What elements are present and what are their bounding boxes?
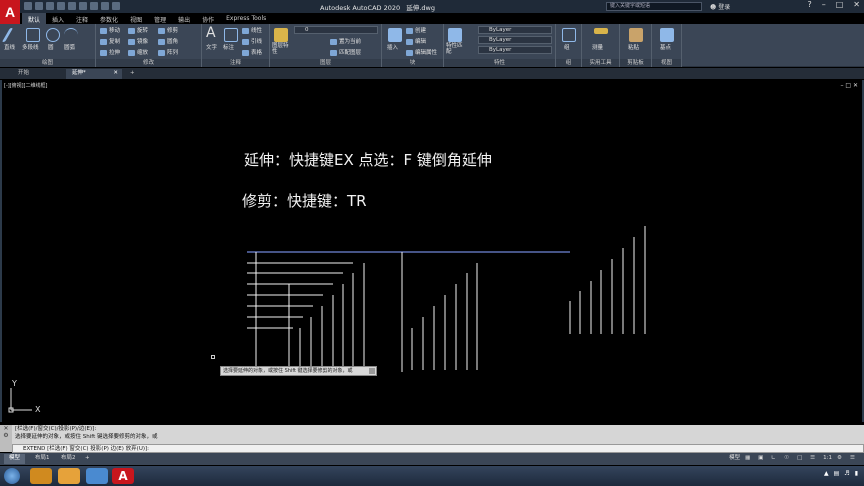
command-tooltip: 选择要延伸的对象，或按住 Shift 键选择要修剪的对象，或 [220, 366, 377, 376]
autocad-window: Autodesk AutoCAD 2020 延伸.dwg 键入关键字或短语 ☻ … [0, 0, 864, 486]
command-input[interactable]: EXTEND [栏选(F) 窗交(C) 投影(P) 边(E) 放弃(U)]: [12, 444, 864, 453]
volume-icon[interactable]: ♬ [844, 470, 849, 477]
status-bar: 模型 布局1 布局2 + 模型 ▦ ▣ ∟ ☉ □ ☰ 1:1 ⚙ ☰ [0, 453, 864, 465]
command-history-line: [栏选(F)/窗交(C)/投影(P)/边(E)]: [15, 426, 97, 432]
snap-icon[interactable]: ▣ [758, 455, 766, 462]
model-space-toggle[interactable]: 模型 [729, 455, 740, 462]
ucs-y-label: Y [12, 379, 17, 388]
taskbar-app-icon[interactable] [58, 468, 80, 484]
ucs-x-label: X [35, 405, 41, 414]
close-command-icon[interactable]: ✕ [0, 425, 12, 432]
network-icon[interactable]: ▤ [834, 470, 840, 477]
taskbar-explorer-icon[interactable] [30, 468, 52, 484]
tab-layout2[interactable]: 布局2 [56, 454, 81, 464]
show-desktop-button[interactable]: ▮ [855, 470, 858, 477]
geometry-group-3[interactable] [569, 226, 646, 334]
customize-icon[interactable]: ⚙ [0, 432, 12, 439]
customize-status-icon[interactable]: ☰ [850, 455, 858, 462]
start-button[interactable] [4, 468, 20, 484]
system-tray: ▲ ▤ ♬ ▮ [824, 470, 858, 477]
geometry-group-1[interactable] [247, 252, 365, 372]
command-prompt: EXTEND [栏选(F) 窗交(C) 投影(P) 边(E) 放弃(U)]: [23, 446, 149, 452]
command-history-line: 选择要延伸的对象，或按住 Shift 键选择要修剪的对象，或 [15, 434, 158, 440]
taskbar-autocad-letter: A [118, 469, 128, 483]
command-history: [栏选(F)/窗交(C)/投影(P)/边(E)]: 选择要延伸的对象，或按住 S… [0, 425, 864, 444]
tooltip-text: 选择要延伸的对象，或按住 Shift 键选择要修剪的对象，或 [223, 368, 353, 374]
geometry-group-2[interactable] [401, 252, 478, 372]
tooltip-close-icon[interactable] [369, 368, 375, 374]
ucs-icon [8, 388, 32, 413]
workspace-icon[interactable]: ⚙ [837, 455, 845, 462]
new-layout-button[interactable]: + [80, 454, 95, 464]
annotation-scale[interactable]: 1:1 [823, 455, 832, 462]
status-toggles: 模型 ▦ ▣ ∟ ☉ □ ☰ 1:1 ⚙ ☰ [729, 455, 858, 462]
tab-layout1[interactable]: 布局1 [30, 454, 55, 464]
grid-icon[interactable]: ▦ [745, 455, 753, 462]
taskbar-autocad-icon[interactable]: A [112, 468, 134, 484]
lineweight-icon[interactable]: ☰ [810, 455, 818, 462]
tab-model[interactable]: 模型 [4, 454, 26, 464]
ortho-icon[interactable]: ∟ [771, 455, 779, 462]
taskbar-browser-icon[interactable] [86, 468, 108, 484]
drawing-geometry[interactable] [0, 0, 864, 486]
polar-icon[interactable]: ☉ [784, 455, 792, 462]
command-line-handle[interactable]: ✕ ⚙ [0, 425, 12, 452]
tray-arrow-icon[interactable]: ▲ [824, 470, 829, 477]
osnap-icon[interactable]: □ [797, 455, 805, 462]
pickbox-cursor [211, 355, 215, 359]
windows-taskbar: A ▲ ▤ ♬ ▮ [0, 466, 864, 486]
